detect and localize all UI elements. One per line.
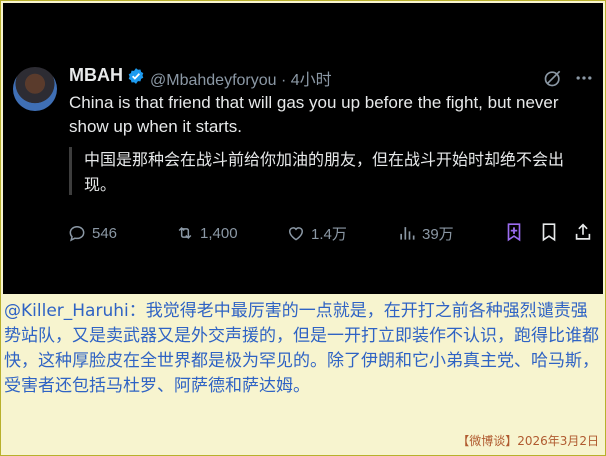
handle-and-time[interactable]: @Mbahdeyforyou · 4小时	[150, 66, 332, 90]
views-icon	[400, 227, 415, 240]
repost-button[interactable]: 1,400	[175, 221, 238, 245]
source-footer: 【微博谈】2026年3月2日	[457, 434, 599, 448]
weibo-comment: @Killer_Haruhi：我觉得老中最厉害的一点就是，在开打之前各种强烈谴责…	[4, 301, 599, 396]
share-icon[interactable]	[572, 221, 594, 243]
bookmark-icon[interactable]	[503, 221, 525, 243]
reply-icon	[69, 225, 85, 242]
avatar[interactable]	[13, 67, 57, 111]
tweet-card: MBAH @Mbahdeyforyou · 4小时 China is that …	[3, 3, 603, 294]
more-icon[interactable]	[574, 68, 594, 88]
tweet-text: China is that friend that will gas you u…	[69, 93, 559, 136]
views-count: 39万	[422, 225, 454, 243]
grok-icon[interactable]	[543, 68, 563, 88]
like-icon	[288, 227, 304, 241]
tweet-translation: 中国是那种会在战斗前给你加油的朋友，但在战斗开始时却绝不会出现。	[69, 147, 591, 195]
author-name[interactable]: MBAH	[69, 65, 123, 86]
reply-count: 546	[92, 224, 118, 242]
reply-button[interactable]: 546	[67, 221, 117, 245]
like-button[interactable]: 1.4万	[286, 221, 347, 245]
repost-count: 1,400	[200, 224, 238, 242]
verified-badge-icon	[128, 68, 144, 84]
bookmark-outline-icon[interactable]	[538, 221, 560, 243]
screenshot-frame: MBAH @Mbahdeyforyou · 4小时 China is that …	[0, 0, 606, 456]
repost-icon	[178, 226, 192, 240]
like-count: 1.4万	[311, 225, 347, 243]
views-button[interactable]: 39万	[397, 221, 454, 245]
